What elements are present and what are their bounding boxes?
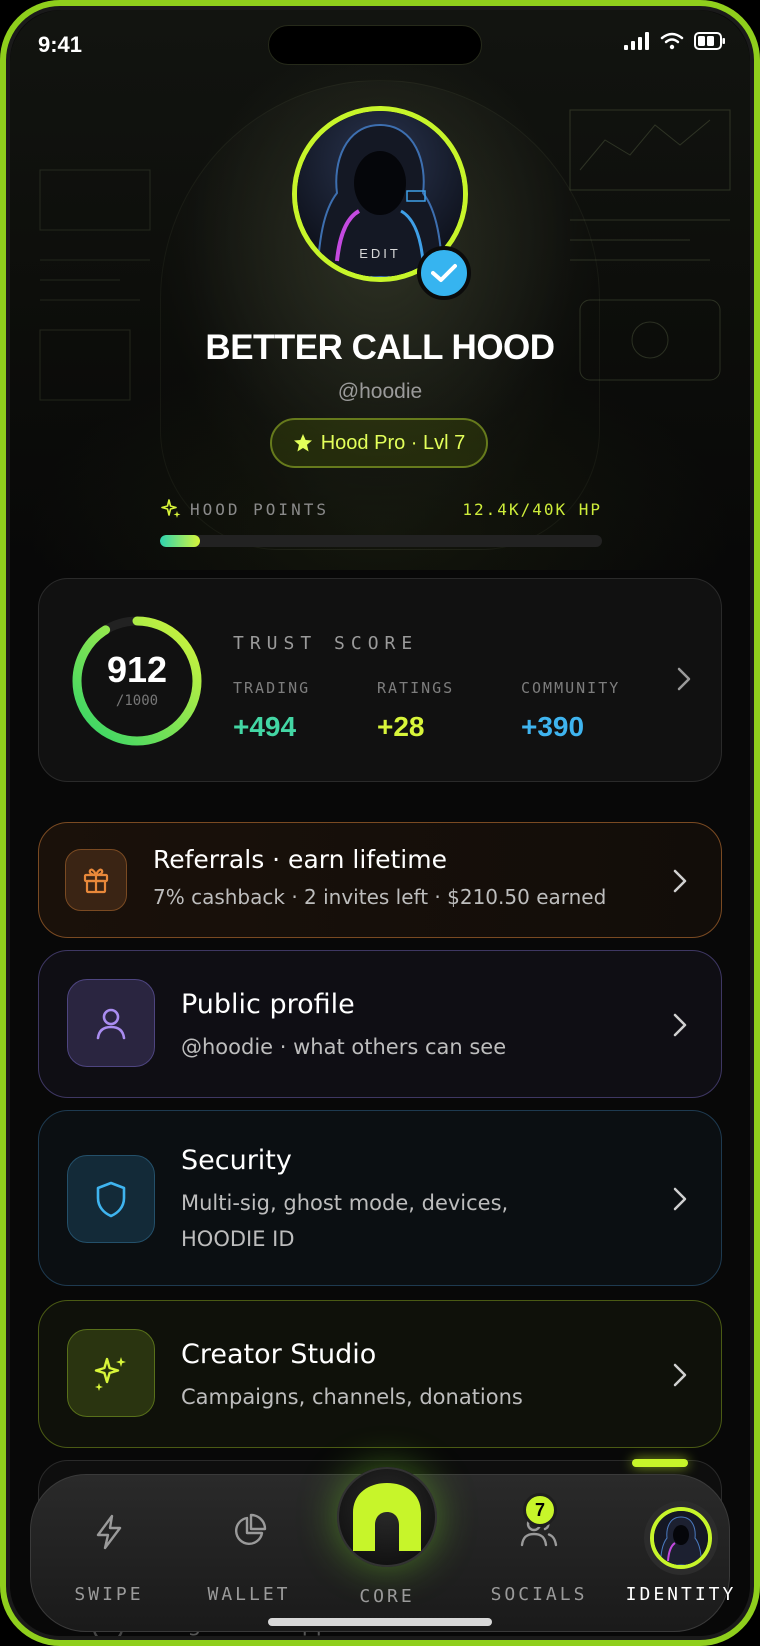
checkmark-icon xyxy=(431,264,457,282)
referrals-title: Referrals · earn lifetime xyxy=(153,845,447,874)
tier-badge[interactable]: Hood Pro · Lvl 7 xyxy=(270,418,488,468)
hood-logo-icon xyxy=(353,1483,421,1551)
chevron-right-icon xyxy=(673,1013,687,1037)
trust-stat-ratings: RATINGS +28 xyxy=(377,679,454,743)
tab-identity[interactable]: IDENTITY xyxy=(621,1475,741,1633)
security-title: Security xyxy=(181,1145,292,1176)
trust-score-gauge: 912 /1000 xyxy=(69,613,205,749)
public-profile-subtitle: @hoodie · what others can see xyxy=(181,1035,507,1059)
socials-notification-badge: 7 xyxy=(523,1493,557,1527)
trust-stat-label: COMMUNITY xyxy=(521,679,621,697)
chevron-right-icon xyxy=(677,667,691,691)
chevron-right-icon xyxy=(673,869,687,893)
gift-icon xyxy=(83,868,109,894)
pie-chart-icon xyxy=(234,1513,267,1546)
trust-score-max: /1000 xyxy=(115,693,159,709)
avatar-icon xyxy=(650,1507,712,1569)
bolt-icon xyxy=(96,1514,122,1550)
public-profile-title: Public profile xyxy=(181,989,355,1020)
status-icons xyxy=(624,32,726,50)
creator-studio-row[interactable]: Creator Studio Campaigns, channels, dona… xyxy=(38,1300,722,1448)
chevron-right-icon xyxy=(673,1363,687,1387)
public-profile-icon-tile xyxy=(67,979,155,1067)
tab-core-label: CORE xyxy=(359,1586,415,1607)
public-profile-row[interactable]: Public profile @hoodie · what others can… xyxy=(38,950,722,1098)
user-icon xyxy=(96,1008,126,1040)
security-icon-tile xyxy=(67,1155,155,1243)
tab-wallet[interactable]: WALLET xyxy=(189,1475,309,1633)
tab-bar: SWIPE WALLET CORE SOCIALS 7 IDENTITY xyxy=(30,1467,733,1633)
battery-icon xyxy=(694,32,725,50)
profile-avatar[interactable]: EDIT xyxy=(292,106,471,300)
hood-points-row: HOOD POINTS 12.4K/40K HP xyxy=(160,499,602,520)
hood-points-label: HOOD POINTS xyxy=(190,500,329,519)
status-bar: 9:41 xyxy=(10,10,750,80)
trust-stat-value: +390 xyxy=(521,711,585,742)
sparkle-icon xyxy=(94,1357,126,1391)
profile-handle: @hoodie xyxy=(337,380,423,403)
hooded-figure-icon xyxy=(654,1511,708,1565)
tab-label: SOCIALS xyxy=(490,1584,588,1605)
referrals-row[interactable]: Referrals · earn lifetime 7% cashback · … xyxy=(38,822,722,938)
security-row[interactable]: Security Multi-sig, ghost mode, devices,… xyxy=(38,1110,722,1286)
hero-background xyxy=(10,10,750,570)
screen: 9:41 EDIT BETTER CALL HOOD @hoodie Hood … xyxy=(10,10,750,1636)
trust-stat-value: +28 xyxy=(377,711,425,742)
hood-points-value: 12.4K/40K HP xyxy=(462,500,602,519)
status-time: 9:41 xyxy=(38,32,83,57)
wifi-icon xyxy=(660,32,684,50)
referrals-icon-tile xyxy=(65,849,127,911)
hood-points-progress-fill xyxy=(160,535,200,547)
trust-score-value: 912 xyxy=(106,649,168,690)
trust-stat-community: COMMUNITY +390 xyxy=(521,679,620,743)
tab-swipe[interactable]: SWIPE xyxy=(49,1475,169,1633)
creator-studio-title: Creator Studio xyxy=(181,1339,377,1370)
trust-stat-value: +494 xyxy=(233,711,297,742)
tab-label: IDENTITY xyxy=(625,1584,737,1605)
sparkle-icon xyxy=(161,499,181,518)
security-subtitle: Multi-sig, ghost mode, devices, xyxy=(181,1191,509,1215)
tier-label: Hood Pro · Lvl 7 xyxy=(320,431,466,454)
home-indicator xyxy=(268,1618,492,1626)
security-subtitle-line2: HOODIE ID xyxy=(181,1227,295,1251)
dynamic-island xyxy=(268,25,482,65)
trust-stat-label: RATINGS xyxy=(377,679,455,697)
creator-studio-subtitle: Campaigns, channels, donations xyxy=(181,1385,523,1409)
verified-badge xyxy=(417,246,471,300)
tab-label: SWIPE xyxy=(74,1584,144,1605)
phone-frame: 9:41 EDIT BETTER CALL HOOD @hoodie Hood … xyxy=(0,0,760,1646)
creator-studio-icon-tile xyxy=(67,1329,155,1417)
tab-core[interactable] xyxy=(337,1467,437,1567)
hood-points-progress xyxy=(160,535,602,547)
star-icon xyxy=(293,434,312,452)
trust-stat-trading: TRADING +494 xyxy=(233,679,310,743)
tab-label: WALLET xyxy=(207,1584,291,1605)
cellular-signal-icon xyxy=(624,32,649,50)
trust-score-title: TRUST SCORE xyxy=(233,633,419,654)
trust-score-card[interactable]: 912 /1000 TRUST SCORE TRADING +494 RATIN… xyxy=(38,578,722,782)
chevron-right-icon xyxy=(673,1187,687,1211)
profile-name: BETTER CALL HOOD xyxy=(205,328,555,367)
referrals-subtitle: 7% cashback · 2 invites left · $210.50 e… xyxy=(153,885,607,909)
shield-icon xyxy=(96,1181,126,1218)
trust-stat-label: TRADING xyxy=(233,679,311,697)
active-tab-indicator xyxy=(632,1459,688,1467)
